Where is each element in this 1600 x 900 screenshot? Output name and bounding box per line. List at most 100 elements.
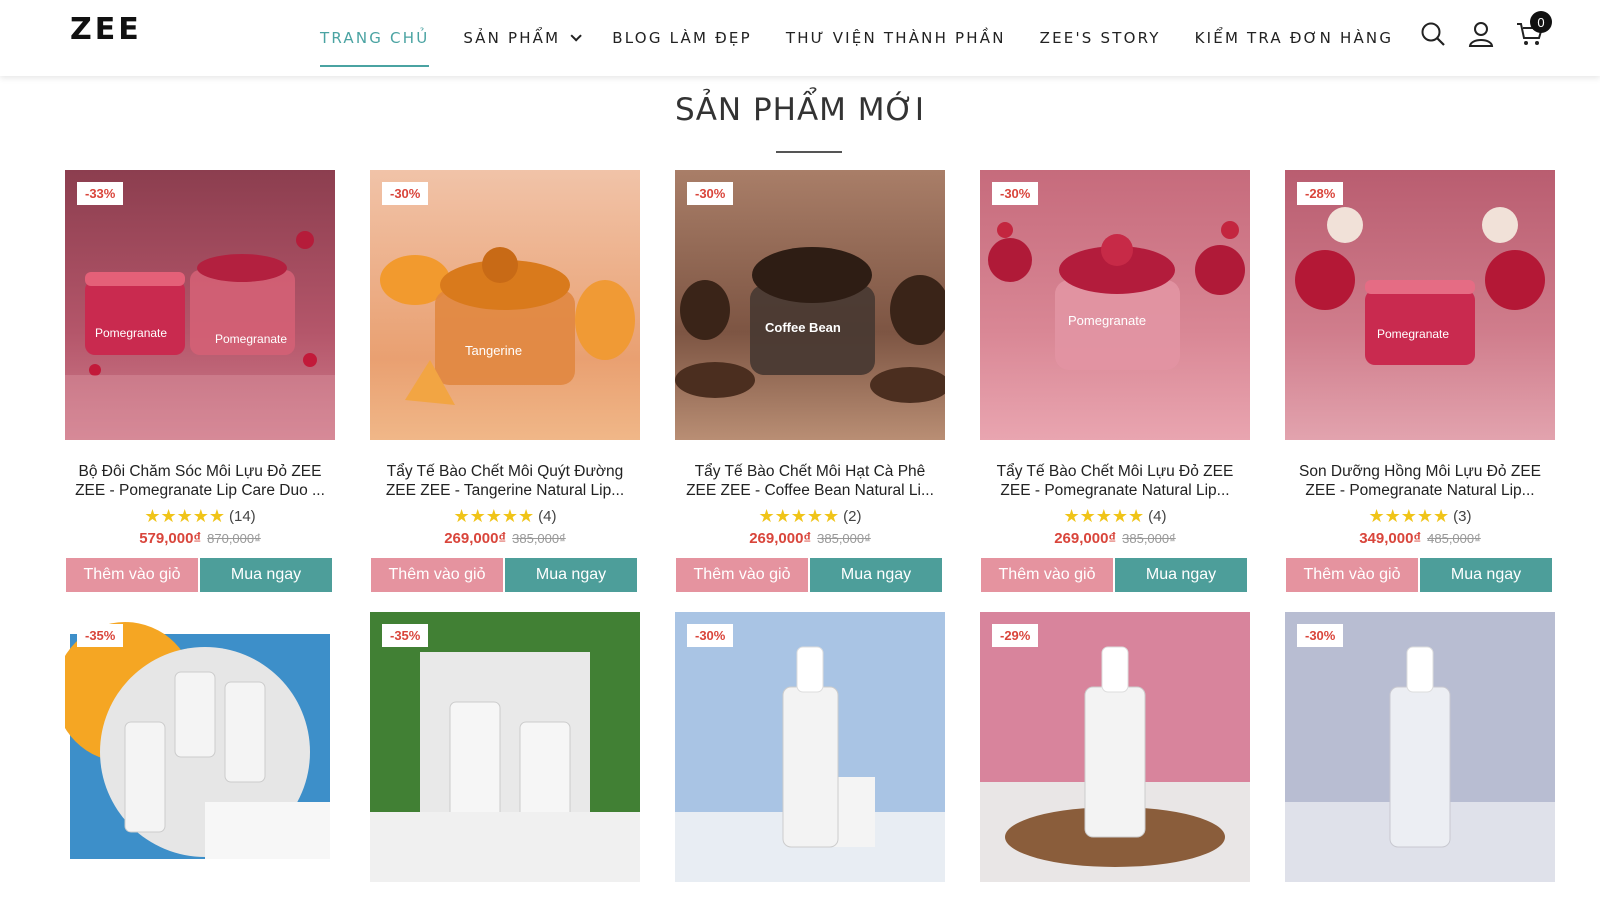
product-actions: Thêm vào giỏ Mua ngay xyxy=(370,558,640,592)
site-header: ZEE TRANG CHỦ SẢN PHẨM BLOG LÀM ĐẸP THƯ … xyxy=(0,0,1600,76)
product-image[interactable]: Pomegranate Pomegranate -33% xyxy=(65,170,335,440)
product-name[interactable]: Tẩy Tế Bào Chết Môi Quýt Đường ZEE ZEE -… xyxy=(370,462,640,500)
discount-badge: -29% xyxy=(992,624,1039,647)
product-rating: ★★★★★ (14) xyxy=(65,506,335,526)
product-image[interactable]: -29% xyxy=(980,612,1250,882)
product-card: -30% xyxy=(1285,612,1555,882)
nav-label: ZEE'S STORY xyxy=(1039,29,1161,47)
buy-now-button[interactable]: Mua ngay xyxy=(1420,558,1552,592)
site-logo[interactable]: ZEE xyxy=(70,12,142,47)
nav-label: TRANG CHỦ xyxy=(320,29,430,47)
rating-count: (3) xyxy=(1453,507,1472,525)
original-price: 385,000₫ xyxy=(817,531,871,546)
product-card: -30% xyxy=(675,612,945,882)
product-name[interactable]: Tẩy Tế Bào Chết Môi Lựu Đỏ ZEE ZEE - Pom… xyxy=(980,462,1250,500)
product-name-line: ZEE ZEE - Tangerine Natural Lip... xyxy=(385,482,625,499)
discount-badge: -30% xyxy=(687,624,734,647)
rating-count: (14) xyxy=(229,507,256,525)
main-nav: TRANG CHỦ SẢN PHẨM BLOG LÀM ĐẸP THƯ VIỆN… xyxy=(320,0,1427,76)
product-name-line: ZEE ZEE - Coffee Bean Natural Li... xyxy=(686,482,934,499)
product-card: -35% xyxy=(65,612,335,882)
product-price: 349,000₫ 485,000₫ xyxy=(1285,530,1555,550)
original-price: 385,000₫ xyxy=(512,531,566,546)
product-card: Coffee Bean -30% Tẩy Tế Bào Chết Môi Hạt… xyxy=(675,170,945,592)
original-price: 385,000₫ xyxy=(1122,531,1176,546)
product-actions: Thêm vào giỏ Mua ngay xyxy=(1285,558,1555,592)
product-name[interactable]: Son Dưỡng Hồng Môi Lựu Đỏ ZEE ZEE - Pome… xyxy=(1285,462,1555,500)
product-name[interactable]: Bộ Đôi Chăm Sóc Môi Lựu Đỏ ZEE ZEE - Pom… xyxy=(65,462,335,500)
discount-badge: -30% xyxy=(992,182,1039,205)
add-to-cart-button[interactable]: Thêm vào giỏ xyxy=(1286,558,1418,592)
discount-badge: -30% xyxy=(687,182,734,205)
buy-now-button[interactable]: Mua ngay xyxy=(505,558,637,592)
product-image-label: Pomegranate xyxy=(1377,327,1449,341)
rating-count: (4) xyxy=(538,507,557,525)
product-row: -35% -35% -30% -29% -30% xyxy=(65,612,1555,882)
product-rating: ★★★★★ (4) xyxy=(980,506,1250,526)
cart-icon[interactable]: 0 xyxy=(1516,11,1552,47)
nav-label: BLOG LÀM ĐẸP xyxy=(612,29,752,47)
add-to-cart-button[interactable]: Thêm vào giỏ xyxy=(981,558,1113,592)
add-to-cart-button[interactable]: Thêm vào giỏ xyxy=(676,558,808,592)
product-image[interactable]: -35% xyxy=(65,612,335,882)
discount-badge: -35% xyxy=(382,624,429,647)
product-name-line: Tẩy Tế Bào Chết Môi Hạt Cà Phê xyxy=(694,463,926,480)
product-rating: ★★★★★ (4) xyxy=(370,506,640,526)
nav-item-ingredients[interactable]: THƯ VIỆN THÀNH PHẦN xyxy=(786,0,1006,76)
nav-label: SẢN PHẨM xyxy=(463,29,561,47)
star-rating-icon: ★★★★★ xyxy=(453,505,535,526)
product-card: Pomegranate -28% Son Dưỡng Hồng Môi Lựu … xyxy=(1285,170,1555,592)
product-image[interactable]: Pomegranate -30% xyxy=(980,170,1250,440)
product-image[interactable]: -30% xyxy=(1285,612,1555,882)
nav-label: KIỂM TRA ĐƠN HÀNG xyxy=(1194,29,1394,47)
product-name-line: Tẩy Tế Bào Chết Môi Quýt Đường xyxy=(386,463,624,480)
discount-badge: -28% xyxy=(1297,182,1344,205)
product-card: -35% xyxy=(370,612,640,882)
cart-count-badge: 0 xyxy=(1530,11,1552,33)
header-icons: 0 xyxy=(1420,11,1552,54)
star-rating-icon: ★★★★★ xyxy=(144,505,225,526)
add-to-cart-button[interactable]: Thêm vào giỏ xyxy=(66,558,198,592)
product-image[interactable]: Tangerine -30% xyxy=(370,170,640,440)
product-name[interactable]: Tẩy Tế Bào Chết Môi Hạt Cà Phê ZEE ZEE -… xyxy=(675,462,945,500)
product-actions: Thêm vào giỏ Mua ngay xyxy=(65,558,335,592)
product-card: Tangerine -30% Tẩy Tế Bào Chết Môi Quýt … xyxy=(370,170,640,592)
product-price: 269,000₫ 385,000₫ xyxy=(370,530,640,550)
product-image[interactable]: -35% xyxy=(370,612,640,882)
product-name-line: ZEE - Pomegranate Natural Lip... xyxy=(1000,482,1230,499)
sale-price: 269,000₫ xyxy=(749,530,812,547)
nav-item-order-check[interactable]: KIỂM TRA ĐƠN HÀNG xyxy=(1195,0,1394,76)
discount-badge: -35% xyxy=(77,624,124,647)
product-image[interactable]: Coffee Bean -30% xyxy=(675,170,945,440)
title-underline xyxy=(776,151,842,153)
original-price: 485,000₫ xyxy=(1427,531,1481,546)
product-image-label: Pomegranate xyxy=(1068,313,1146,328)
nav-item-story[interactable]: ZEE'S STORY xyxy=(1040,0,1161,76)
original-price: 870,000₫ xyxy=(207,531,261,546)
product-name-line: Son Dưỡng Hồng Môi Lựu Đỏ ZEE xyxy=(1299,463,1541,480)
product-name-line: Tẩy Tế Bào Chết Môi Lựu Đỏ ZEE xyxy=(996,463,1234,480)
section-title: SẢN PHẨM MỚI xyxy=(675,92,925,128)
add-to-cart-button[interactable]: Thêm vào giỏ xyxy=(371,558,503,592)
buy-now-button[interactable]: Mua ngay xyxy=(810,558,942,592)
nav-item-home[interactable]: TRANG CHỦ xyxy=(320,0,430,76)
nav-item-blog[interactable]: BLOG LÀM ĐẸP xyxy=(612,0,752,76)
nav-item-products[interactable]: SẢN PHẨM xyxy=(463,0,583,76)
sale-price: 349,000₫ xyxy=(1359,530,1422,547)
product-actions: Thêm vào giỏ Mua ngay xyxy=(675,558,945,592)
product-image[interactable]: -30% xyxy=(675,612,945,882)
buy-now-button[interactable]: Mua ngay xyxy=(1115,558,1247,592)
search-icon[interactable] xyxy=(1420,21,1446,47)
sale-price: 269,000₫ xyxy=(444,530,507,547)
product-price: 269,000₫ 385,000₫ xyxy=(675,530,945,550)
product-row: Pomegranate Pomegranate -33% Bộ Đôi Chăm… xyxy=(65,170,1555,592)
product-price: 269,000₫ 385,000₫ xyxy=(980,530,1250,550)
buy-now-button[interactable]: Mua ngay xyxy=(200,558,332,592)
product-card: Pomegranate -30% Tẩy Tế Bào Chết Môi Lựu… xyxy=(980,170,1250,592)
star-rating-icon: ★★★★★ xyxy=(758,505,840,526)
product-image[interactable]: Pomegranate -28% xyxy=(1285,170,1555,440)
product-name-line: ZEE - Pomegranate Natural Lip... xyxy=(1305,482,1535,499)
user-icon[interactable] xyxy=(1468,21,1494,47)
product-image-label: Pomegranate xyxy=(215,332,287,346)
product-image-label: Pomegranate xyxy=(95,326,167,340)
